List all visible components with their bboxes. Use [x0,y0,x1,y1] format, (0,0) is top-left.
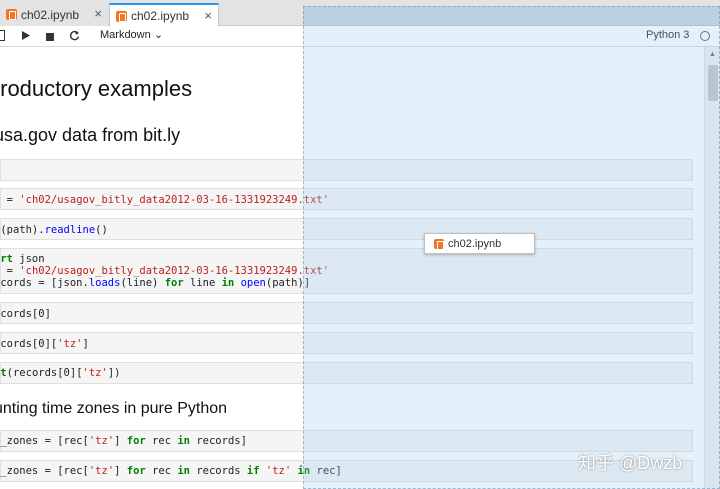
code-token: rcords[0][ [0,338,58,350]
code-token: if [246,465,260,477]
code-token: n = [0,194,13,206]
code-token: records [190,465,247,477]
notebook-heading-2: usa.gov data from bit.ly [0,125,181,145]
watermark: 知乎 @Dwzb [578,453,683,473]
cell-code: nt(records[0]['tz']) [0,367,120,379]
chevron-down-icon: ⌄ [153,29,164,41]
dragged-tab-label: ch02.ipynb [448,237,502,250]
code-token: (line) [120,277,165,289]
code-token: 'tz' [265,465,292,477]
code-token: rcords[0] [0,308,51,320]
tab-label: ch02.ipynb [131,9,190,23]
code-token: for [126,465,146,477]
code-token: 'tz' [88,465,115,477]
code-token: ] [114,465,127,477]
code-token: 'tz' [57,338,83,350]
cell-code: rcords[0] [0,308,51,320]
code-token: loads [88,277,121,289]
code-token: rcords = [json. [0,277,89,289]
code-token: 'tz' [88,435,115,447]
code-token: n = [0,265,13,277]
code-token: 'tz' [82,367,108,379]
notebook-icon [434,238,444,250]
code-token: (path). [0,224,45,236]
code-token: e_zones = [rec[ [0,465,89,477]
close-icon[interactable]: × [94,6,102,21]
code-token: ] [82,338,89,350]
code-token: ]) [107,367,121,379]
save-icon[interactable] [0,30,5,44]
code-token: ort [0,253,13,265]
code-token: e_zones = [rec[ [0,435,89,447]
code-token: records] [190,435,247,447]
notebook-icon [6,9,17,20]
cell-code: e_zones = [rec['tz'] for rec in records … [0,465,342,477]
notebook-heading-2: unting time zones in pure Python [0,400,228,417]
tab-label: ch02.ipynb [21,7,80,22]
cell-type-dropdown[interactable]: Markdown ⌄ [100,28,163,41]
code-token: rec [145,435,178,447]
tab-notebook-1[interactable]: ch02.ipynb × [0,3,108,26]
cell-code: n = 'ch02/usagov_bitly_data2012-03-16-13… [0,194,329,206]
cell-code: rcords[0]['tz'] [0,338,89,350]
code-token: readline [44,224,96,236]
code-token: rec [145,465,178,477]
cell-code: n(path).readline() [0,224,108,236]
code-token: nt [0,367,7,379]
code-token: 'ch02/usagov_bitly_data2012-03-16-133192… [19,194,330,206]
code-token: line [183,277,222,289]
tab-notebook-2[interactable]: ch02.ipynb × [109,3,219,27]
code-token: 'ch02/usagov_bitly_data2012-03-16-133192… [19,265,330,277]
code-token: in [177,465,191,477]
run-icon[interactable] [22,31,30,43]
notebook-heading-1: troductory examples [0,76,193,101]
code-token: open [240,277,266,289]
close-icon[interactable]: × [204,8,212,23]
code-token: in [177,435,191,447]
cell-code: ort json n = 'ch02/usagov_bitly_data2012… [0,253,329,289]
cell-type-value: Markdown [100,29,151,41]
restart-icon[interactable] [69,30,80,44]
code-token: ] [114,435,127,447]
stop-icon[interactable] [46,32,54,44]
notebook-icon [116,10,127,22]
code-token: () [95,224,108,236]
dragged-tab[interactable]: ch02.ipynb [424,233,535,254]
jupyterlab-window: ch02.ipynb × ch02.ipynb × Markdown ⌄ Pyt… [0,0,720,489]
cell-code: e_zones = [rec['tz'] for rec in records] [0,435,247,447]
code-token: for [164,277,184,289]
code-token: json [19,253,45,265]
code-token: (records[0][ [6,367,83,379]
code-token: in [221,277,235,289]
code-token: for [126,435,146,447]
